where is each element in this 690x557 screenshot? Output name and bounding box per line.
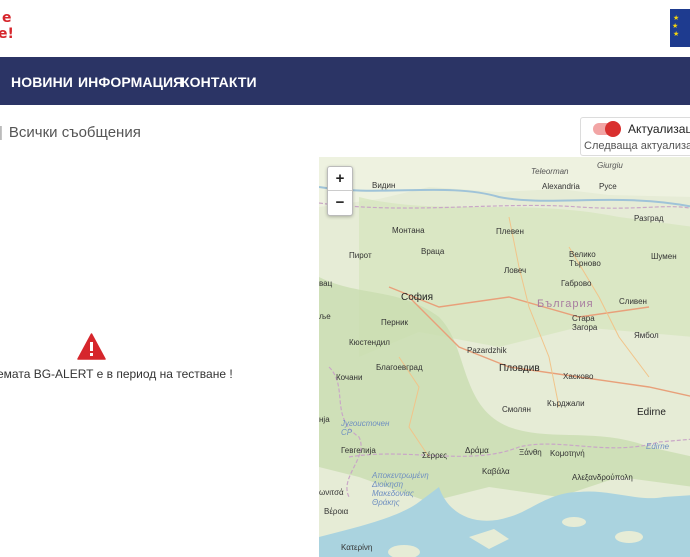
map-label-vratsa: Враца [421, 247, 445, 256]
map-label-pirot: Пирот [349, 251, 372, 260]
auto-update-label: Актуализация [628, 122, 690, 136]
map-label-kavala: Καβάλα [482, 467, 510, 476]
breadcrumb-separator: | [0, 124, 3, 141]
site-header: е е! ★ ★ ★ [0, 0, 690, 57]
map-label-pazardzhik: Pazardzhik [467, 346, 507, 355]
map-label-nja: нја [319, 415, 330, 424]
map-label-gabrovo: Габрово [561, 279, 592, 288]
nav-item-contacts[interactable]: КОНТАКТИ [181, 74, 257, 90]
map-label-stara-zagora: Стара Загора [572, 314, 598, 332]
breadcrumb: | Всички съобщения [0, 124, 141, 141]
map-label-rje: ље [319, 312, 331, 321]
map-label-jugoistochen: Југоисточен СР [341, 419, 390, 437]
map-label-giurgiu: Giurgiu [597, 161, 623, 170]
map-label-veliko-tarnovo: Велико Търново [569, 250, 601, 268]
map-label-sliven: Сливен [619, 297, 647, 306]
map-label-edirne-region: Edirne [646, 442, 670, 451]
breadcrumb-current[interactable]: Всички съобщения [9, 124, 141, 141]
map-label-teleorman: Teleorman [531, 167, 569, 176]
site-logo[interactable]: е е! [0, 10, 14, 42]
map-label-kyustendil: Кюстендил [349, 338, 390, 347]
eu-star-icon: ★ [672, 23, 679, 30]
auto-update-panel: Актуализация Следваща актуализация [580, 117, 690, 156]
logo-line-2: е! [0, 26, 14, 42]
map-label-pernik: Перник [381, 318, 409, 327]
map-label-shumen: Шумен [651, 252, 677, 261]
map-label-razgrad: Разград [634, 214, 664, 223]
next-update-text: Следваща актуализация [584, 140, 690, 152]
logo-line-1: е [2, 10, 12, 26]
map-label-yambol: Ямбол [634, 331, 659, 340]
main-nav: НОВИНИ ИНФОРМАЦИЯ КОНТАКТИ [0, 57, 690, 105]
map-label-decentralized-admin: Αποκεντρωμένη Διοίκηση Μακεδονίας Θράκης [372, 471, 429, 507]
map-label-katerini: Κατερίνη [341, 543, 373, 552]
map-label-komotini: Κομοτηνή [550, 449, 585, 458]
nav-item-information[interactable]: ИНФОРМАЦИЯ [78, 74, 183, 90]
map-zoom-control: + − [327, 166, 353, 216]
map-label-gevgelija: Гевгелија [341, 446, 376, 455]
map-label-lovech: Ловеч [504, 266, 527, 275]
toggle-knob[interactable] [605, 121, 621, 137]
map-label-ruse: Русе [599, 182, 617, 191]
map-label-kochani: Кочани [336, 373, 363, 382]
map-label-montana: Монтана [392, 226, 425, 235]
map-label-vidin: Видин [372, 181, 396, 190]
map-label-sofia: София [401, 292, 434, 303]
map-label-pleven: Плевен [496, 227, 524, 236]
map-label-veria: Βέροια [324, 507, 349, 516]
map-label-blagoevgrad: Благоевград [376, 363, 423, 372]
map-label-vac: вац [319, 279, 333, 288]
testing-notice: емата BG-ALERT е в период на тестване ! [0, 367, 233, 381]
map-label-xanthi: Ξάνθη [519, 448, 542, 457]
map-label-plovdiv: Пловдив [499, 363, 540, 374]
map-label-smolyan: Смолян [502, 405, 531, 414]
map-label-bulgaria: България [537, 298, 594, 310]
map-label-alexandroupoli: Αλεξανδρούπολη [572, 473, 633, 482]
eu-star-icon: ★ [673, 31, 680, 38]
map-label-haskovo: Хасково [563, 372, 594, 381]
alerts-map[interactable]: + − Giurgiu Teleorman Alexandria Русе Ви… [319, 157, 690, 557]
map-label-drama: Δράμα [465, 446, 489, 455]
map-label-kilkis: ωνιτσά [319, 488, 344, 497]
warning-icon [77, 333, 106, 360]
eu-flag-logo: ★ ★ ★ [670, 9, 690, 47]
nav-item-news[interactable]: НОВИНИ [11, 74, 73, 90]
map-label-kardzhali: Кърджали [547, 399, 585, 408]
map-label-alexandria: Alexandria [542, 182, 580, 191]
eu-star-icon: ★ [673, 15, 680, 22]
zoom-out-button[interactable]: − [328, 191, 352, 215]
zoom-in-button[interactable]: + [328, 167, 352, 191]
map-label-serres: Σέρρες [422, 451, 448, 460]
map-label-edirne: Edirne [637, 407, 666, 418]
